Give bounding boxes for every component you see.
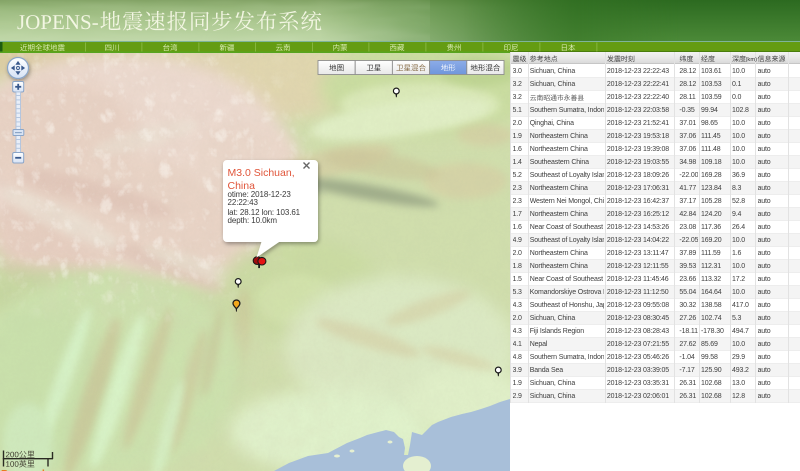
svg-text:(km): (km) — [746, 57, 758, 63]
